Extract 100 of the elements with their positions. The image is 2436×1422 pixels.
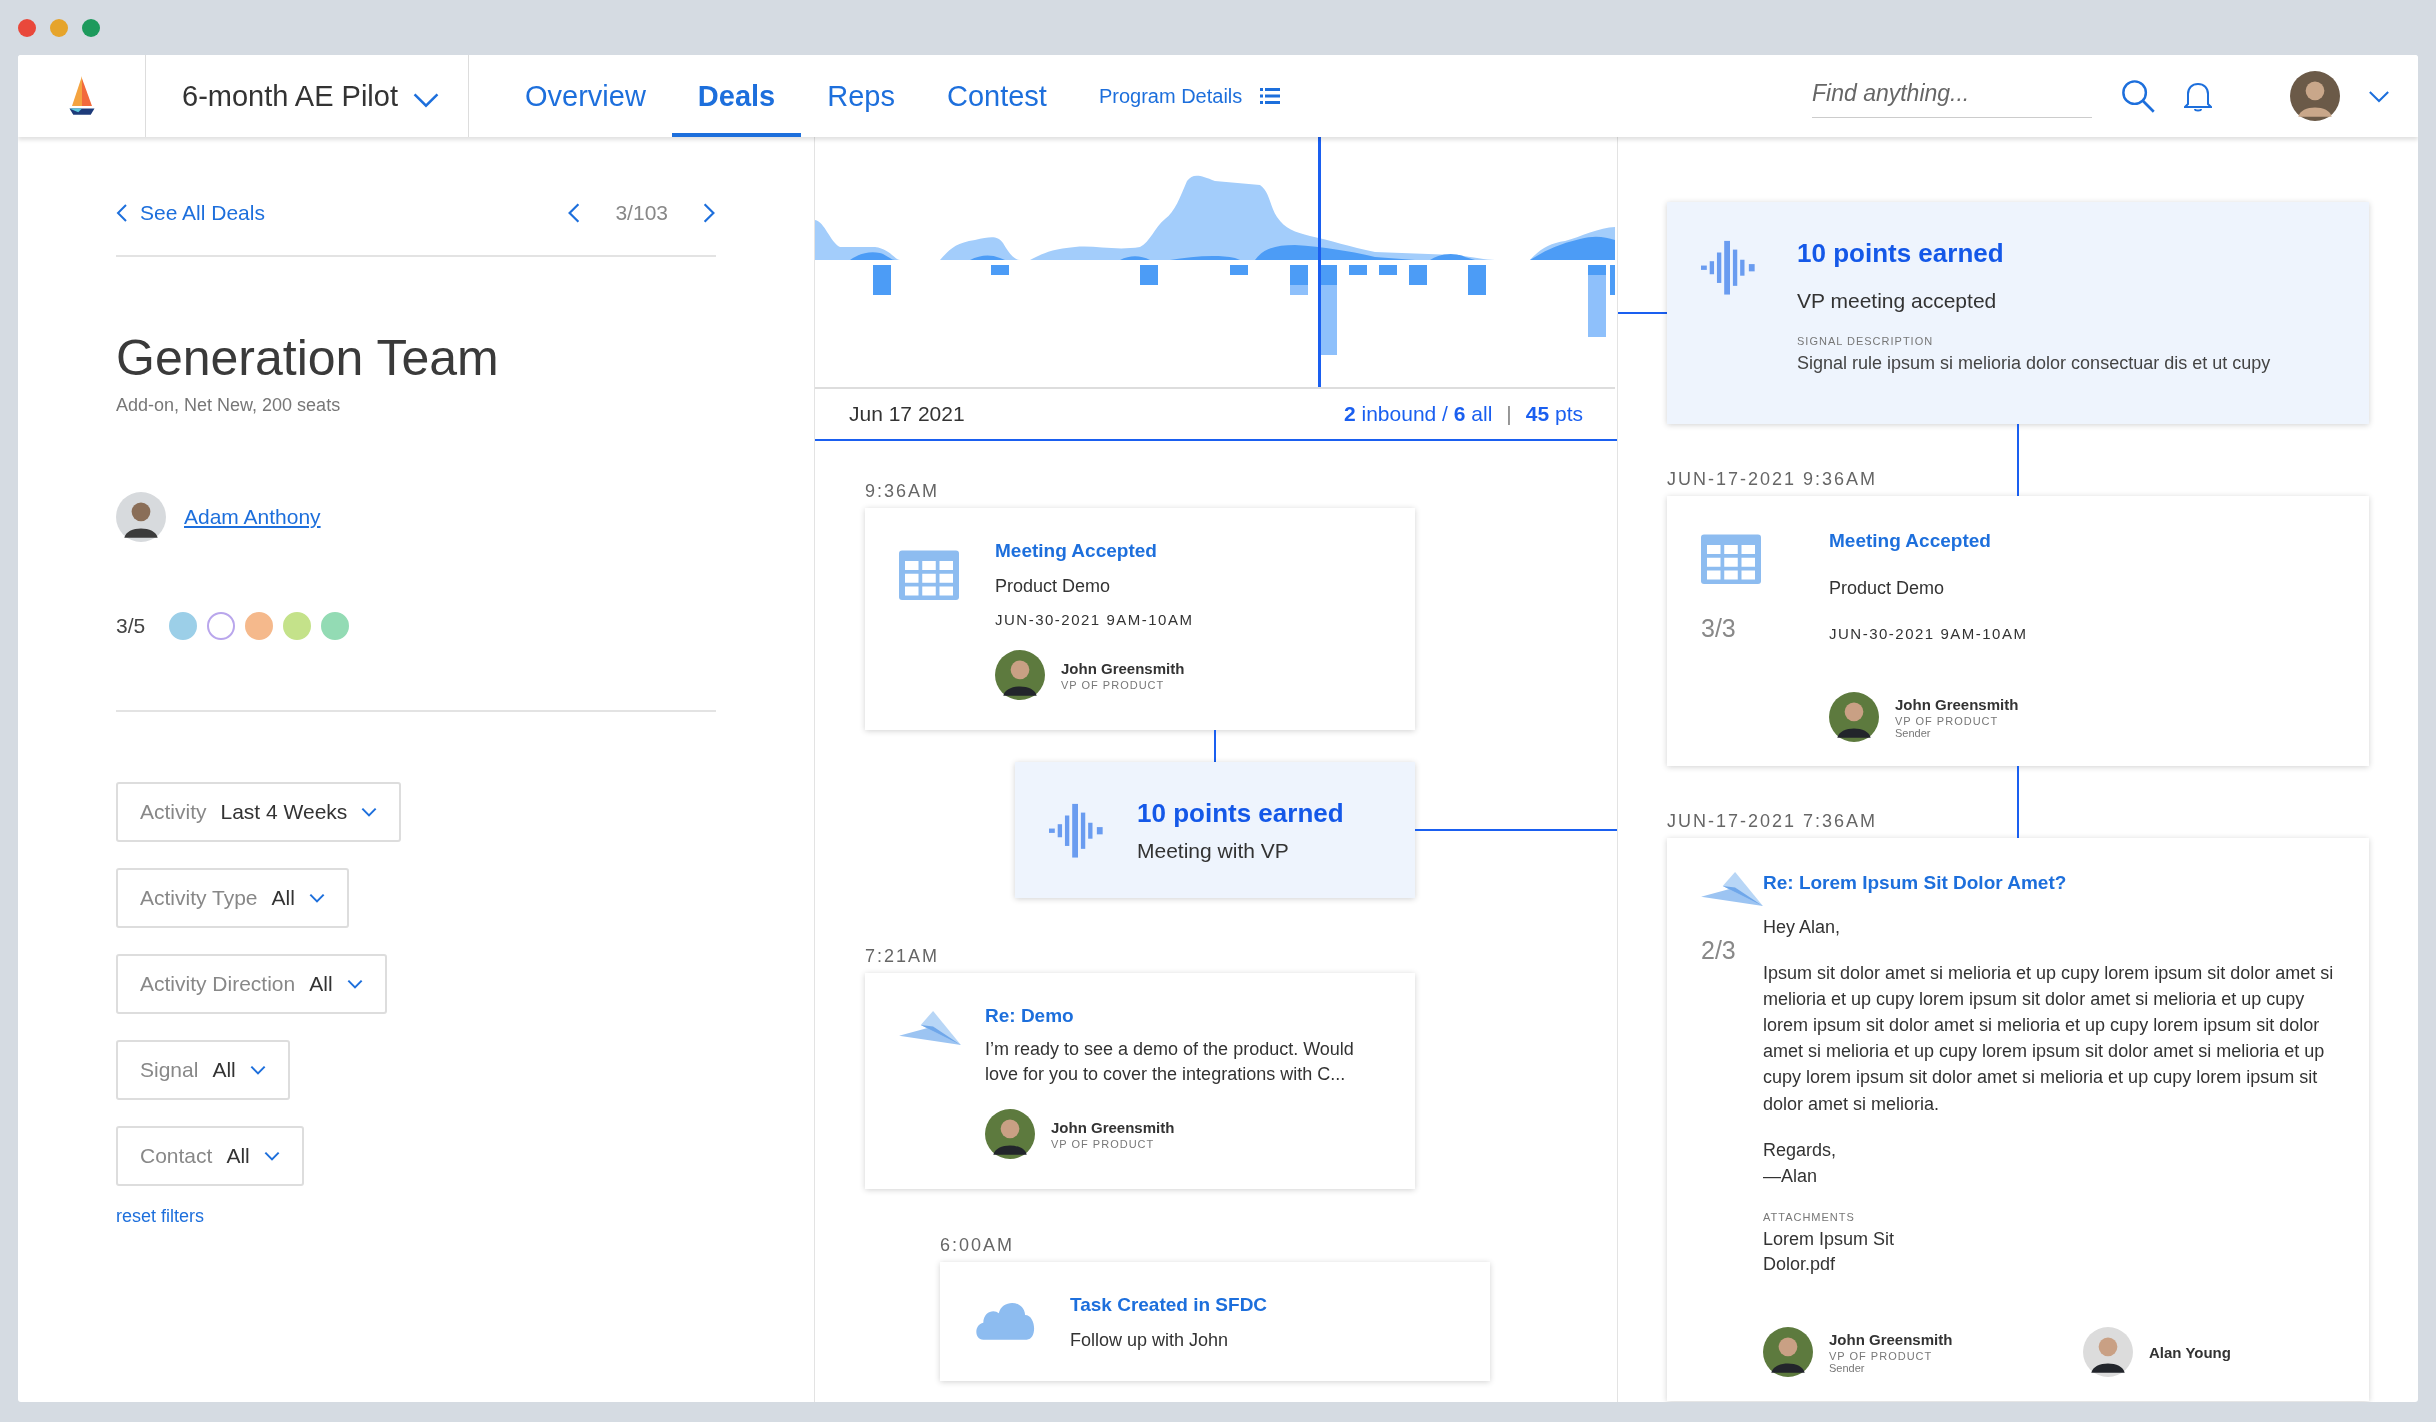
chevron-down-icon (249, 1065, 266, 1075)
event-date: JUN-30-2021 9AM-10AM (1829, 625, 2029, 642)
nav-tab[interactable]: Reps (801, 55, 921, 137)
event-time: 6:00AM (940, 1235, 1016, 1257)
event-card[interactable]: Task Created in SFDC Follow up with John (940, 1262, 1490, 1382)
thread-count: 3/3 (1701, 614, 1736, 643)
list-icon (1260, 88, 1281, 104)
previous-button[interactable] (567, 202, 582, 224)
chevron-down-icon (361, 807, 378, 817)
contact-role: VP OF PRODUCT (1895, 714, 2000, 727)
chevron-down-icon (346, 979, 363, 989)
chevron-down-icon (308, 893, 325, 903)
event-title[interactable]: Task Created in SFDC (1070, 1294, 1460, 1317)
email-signoff: Regards, (1763, 1138, 1838, 1162)
event-time: 9:36AM (865, 481, 941, 502)
activity-bar (1379, 265, 1397, 275)
contact-role: VP OF PRODUCT (1061, 678, 1166, 691)
event-time: 7:21AM (865, 946, 941, 967)
activity-bar (1140, 265, 1158, 285)
contact-name: John Greensmith (1895, 695, 2019, 713)
section-label: SIGNAL DESCRIPTION (1797, 335, 1935, 347)
selected-date: Jun 17 2021 (849, 402, 965, 426)
event-title[interactable]: Re: Demo (985, 1005, 1385, 1027)
progress-count: 3/5 (116, 614, 146, 638)
program-details-link[interactable]: Program Details (1072, 55, 1281, 137)
close-button[interactable] (18, 18, 36, 37)
nav-tab[interactable]: Contest (920, 55, 1073, 137)
contact-note: Sender (1829, 1361, 1866, 1374)
signal-description: Signal rule ipsum si melioria dolor consectuar dis et ut cupy (1797, 353, 2271, 374)
chevron-left-icon (116, 203, 128, 223)
activity-bar (873, 265, 891, 295)
event-subtitle: Product Demo (995, 576, 1112, 597)
contact-name: Alan Young (2149, 1343, 2231, 1361)
event-date: JUN-30-2021 9AM-10AM (995, 611, 1195, 628)
activity-bar (1349, 265, 1367, 275)
chevron-down-icon (412, 92, 440, 108)
avatar (1829, 692, 1879, 742)
activity-bar (1468, 265, 1486, 295)
see-all-deals-link[interactable]: See All Deals (116, 201, 265, 225)
separator: | (1506, 402, 1512, 426)
owner-link[interactable]: Adam Anthony (184, 505, 321, 529)
chevron-down-icon[interactable] (2368, 89, 2390, 103)
attachment-link[interactable]: Lorem Ipsum Sit Dolor.pdf (1763, 1226, 1923, 1278)
email-body: Ipsum sit dolor amet si melioria et up cupy lorem ipsum sit dolor amet si melioria et up cupy lorem ipsum sit dolor amet si melioria et up cupy lorem ipsum sit dolor amet si melioria et up cupy lorem ipsum sit dolor amet si melioria et up cupy lorem ipsum sit dolor amet si melioria et up cupy lorem ipsum sit dolor amet si melioria et up cupy lorem ipsum sit dolor amet si melioria. (1763, 962, 2335, 1116)
activity-bar (1610, 265, 1615, 295)
program-selector[interactable]: 6-month AE Pilot (146, 55, 469, 137)
avatar (2083, 1327, 2133, 1378)
filter-dropdown[interactable]: Activity Direction All (116, 954, 387, 1014)
nav-tab[interactable]: Deals (671, 55, 802, 137)
avatar (116, 492, 166, 542)
contact-name: John Greensmith (1061, 659, 1185, 677)
paper-plane-icon (1701, 872, 1763, 906)
activity-bar (1409, 265, 1427, 285)
contact-note: Sender (1895, 726, 1932, 739)
avatar (995, 650, 1045, 700)
search-icon[interactable] (2120, 78, 2156, 114)
email-greeting: Hey Alan, (1763, 916, 1842, 939)
maximize-button[interactable] (82, 18, 100, 37)
event-title[interactable]: Re: Lorem Ipsum Sit Dolor Amet? (1763, 872, 2343, 894)
filter-dropdown[interactable]: Activity Type All (116, 868, 349, 928)
contact-name: John Greensmith (1829, 1330, 1953, 1348)
filter-dropdown[interactable]: Activity Last 4 Weeks (116, 782, 402, 842)
thread-count: 2/3 (1701, 936, 1736, 965)
event-card[interactable]: Meeting Accepted Product Demo JUN-30-2021 9AM-10AM John Greensmith VP OF PRODUCT (865, 508, 1415, 730)
bell-icon[interactable] (2184, 80, 2212, 112)
activity-bar (991, 265, 1009, 275)
contact-role: VP OF PRODUCT (1051, 1137, 1156, 1150)
paper-plane-icon (899, 1011, 961, 1045)
user-avatar[interactable] (2290, 71, 2340, 121)
points-summary: 45 pts (1525, 402, 1583, 426)
event-title[interactable]: Meeting Accepted (1829, 530, 2335, 552)
event-card[interactable]: Re: Demo I’m ready to see a demo of the product. Would love for you to cover the integrations with C... John Greensmith VP OF PRODUCT (865, 973, 1415, 1190)
next-button[interactable] (702, 202, 716, 224)
filter-dropdown[interactable]: Contact All (116, 1126, 304, 1186)
chevron-down-icon (263, 1151, 280, 1161)
nav-tab[interactable]: Overview (499, 55, 672, 137)
signal-text: VP meeting accepted (1797, 289, 1998, 313)
email-preview: I’m ready to see a demo of the product. Would love for you to cover the integrations with C... (985, 1038, 1355, 1087)
event-title[interactable]: Meeting Accepted (995, 540, 1385, 562)
signal-title: 10 points earned (1797, 238, 2005, 269)
section-label: ATTACHMENTS (1763, 1210, 1856, 1223)
email-signoff: —Alan (1763, 1164, 1819, 1188)
event-subtitle: Product Demo (1829, 578, 1946, 599)
event-subtitle: Follow up with John (1070, 1330, 1230, 1352)
avatar (985, 1109, 1035, 1160)
signal-text: Meeting with VP (1137, 838, 1290, 863)
contact-name: John Greensmith (1051, 1118, 1175, 1136)
deal-position: 3/103 (615, 201, 668, 225)
entry-timestamp: JUN-17-2021 9:36AM (1667, 469, 1878, 491)
avatar (1763, 1327, 1813, 1378)
filter-dropdown[interactable]: Signal All (116, 1040, 290, 1100)
deal-title: Generation Team (116, 329, 500, 387)
entry-timestamp: JUN-17-2021 7:36AM (1667, 811, 1878, 833)
contact-role: VP OF PRODUCT (1829, 1349, 1934, 1362)
activity-bar (1230, 265, 1248, 275)
activity-summary: 2 inbound / 6 all (1344, 402, 1493, 426)
signal-card[interactable]: 10 points earned Meeting with VP (1015, 762, 1415, 898)
deal-subtitle: Add-on, Net New, 200 seats (116, 395, 342, 416)
signal-title: 10 points earned (1137, 797, 1344, 829)
reset-filters-link[interactable]: reset filters (116, 1206, 205, 1227)
